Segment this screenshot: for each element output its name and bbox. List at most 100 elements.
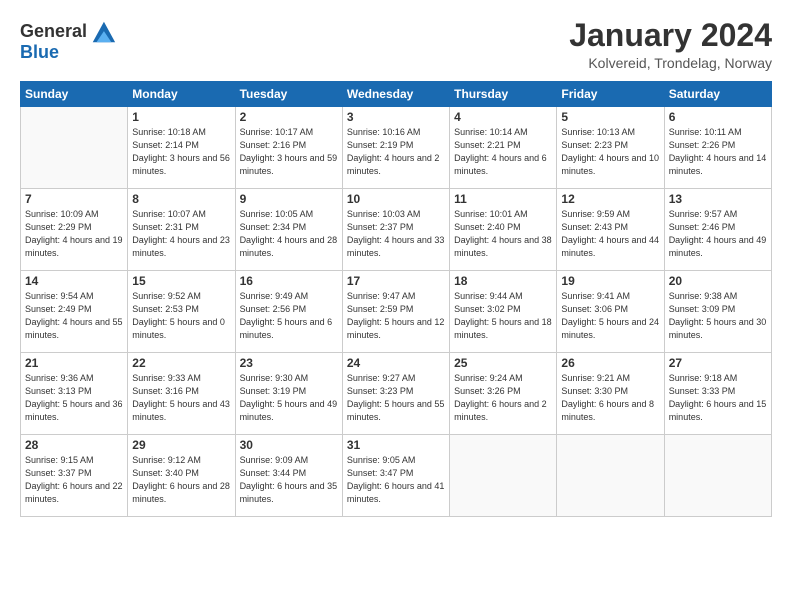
day-info: Sunrise: 9:36 AMSunset: 3:13 PMDaylight:… bbox=[25, 372, 123, 424]
calendar-cell: 4 Sunrise: 10:14 AMSunset: 2:21 PMDayligh… bbox=[450, 107, 557, 189]
calendar-cell: 1 Sunrise: 10:18 AMSunset: 2:14 PMDayligh… bbox=[128, 107, 235, 189]
day-number: 11 bbox=[454, 192, 552, 206]
day-number: 10 bbox=[347, 192, 445, 206]
day-info: Sunrise: 9:57 AMSunset: 2:46 PMDaylight:… bbox=[669, 208, 767, 260]
location-text: Kolvereid, Trondelag, Norway bbox=[569, 55, 772, 71]
calendar-cell: 23 Sunrise: 9:30 AMSunset: 3:19 PMDayligh… bbox=[235, 353, 342, 435]
calendar-cell bbox=[450, 435, 557, 517]
header: General Blue January 2024 Kolvereid, Tro… bbox=[20, 18, 772, 71]
calendar-week-row: 1 Sunrise: 10:18 AMSunset: 2:14 PMDayligh… bbox=[21, 107, 772, 189]
day-info: Sunrise: 10:09 AMSunset: 2:29 PMDaylight… bbox=[25, 208, 123, 260]
day-info: Sunrise: 9:33 AMSunset: 3:16 PMDaylight:… bbox=[132, 372, 230, 424]
day-number: 22 bbox=[132, 356, 230, 370]
day-info: Sunrise: 10:16 AMSunset: 2:19 PMDaylight… bbox=[347, 126, 445, 178]
day-number: 21 bbox=[25, 356, 123, 370]
day-number: 5 bbox=[561, 110, 659, 124]
calendar-cell: 19Sunrise: 9:41 AMSunset: 3:06 PMDayligh… bbox=[557, 271, 664, 353]
day-number: 20 bbox=[669, 274, 767, 288]
day-info: Sunrise: 9:21 AMSunset: 3:30 PMDaylight:… bbox=[561, 372, 659, 424]
day-info: Sunrise: 10:18 AMSunset: 2:14 PMDaylight… bbox=[132, 126, 230, 178]
day-info: Sunrise: 10:03 AMSunset: 2:37 PMDaylight… bbox=[347, 208, 445, 260]
day-number: 30 bbox=[240, 438, 338, 452]
calendar-cell: 7 Sunrise: 10:09 AMSunset: 2:29 PMDayligh… bbox=[21, 189, 128, 271]
calendar-week-row: 7 Sunrise: 10:09 AMSunset: 2:29 PMDayligh… bbox=[21, 189, 772, 271]
title-area: January 2024 Kolvereid, Trondelag, Norwa… bbox=[569, 18, 772, 71]
day-number: 25 bbox=[454, 356, 552, 370]
day-info: Sunrise: 10:11 AMSunset: 2:26 PMDaylight… bbox=[669, 126, 767, 178]
logo: General Blue bbox=[20, 18, 117, 63]
day-info: Sunrise: 10:01 AMSunset: 2:40 PMDaylight… bbox=[454, 208, 552, 260]
day-number: 12 bbox=[561, 192, 659, 206]
day-info: Sunrise: 9:54 AMSunset: 2:49 PMDaylight:… bbox=[25, 290, 123, 342]
calendar-cell: 9 Sunrise: 10:05 AMSunset: 2:34 PMDayligh… bbox=[235, 189, 342, 271]
day-number: 2 bbox=[240, 110, 338, 124]
day-number: 14 bbox=[25, 274, 123, 288]
day-info: Sunrise: 9:38 AMSunset: 3:09 PMDaylight:… bbox=[669, 290, 767, 342]
page: General Blue January 2024 Kolvereid, Tro… bbox=[0, 0, 792, 612]
day-info: Sunrise: 9:27 AMSunset: 3:23 PMDaylight:… bbox=[347, 372, 445, 424]
calendar-cell: 27 Sunrise: 9:18 AMSunset: 3:33 PMDayligh… bbox=[664, 353, 771, 435]
calendar-cell: 29Sunrise: 9:12 AMSunset: 3:40 PMDayligh… bbox=[128, 435, 235, 517]
day-info: Sunrise: 9:30 AMSunset: 3:19 PMDaylight:… bbox=[240, 372, 338, 424]
calendar-cell: 17Sunrise: 9:47 AMSunset: 2:59 PMDayligh… bbox=[342, 271, 449, 353]
day-info: Sunrise: 9:41 AMSunset: 3:06 PMDaylight:… bbox=[561, 290, 659, 342]
col-sunday: Sunday bbox=[21, 82, 128, 107]
calendar-cell: 28 Sunrise: 9:15 AMSunset: 3:37 PMDayligh… bbox=[21, 435, 128, 517]
col-wednesday: Wednesday bbox=[342, 82, 449, 107]
calendar-week-row: 14 Sunrise: 9:54 AMSunset: 2:49 PMDayligh… bbox=[21, 271, 772, 353]
day-number: 27 bbox=[669, 356, 767, 370]
day-info: Sunrise: 9:49 AMSunset: 2:56 PMDaylight:… bbox=[240, 290, 338, 342]
calendar-header-row: Sunday Monday Tuesday Wednesday Thursday… bbox=[21, 82, 772, 107]
day-number: 31 bbox=[347, 438, 445, 452]
day-info: Sunrise: 9:15 AMSunset: 3:37 PMDaylight:… bbox=[25, 454, 123, 506]
day-info: Sunrise: 10:14 AMSunset: 2:21 PMDaylight… bbox=[454, 126, 552, 178]
day-number: 3 bbox=[347, 110, 445, 124]
day-number: 23 bbox=[240, 356, 338, 370]
day-number: 18 bbox=[454, 274, 552, 288]
day-info: Sunrise: 9:12 AMSunset: 3:40 PMDaylight:… bbox=[132, 454, 230, 506]
calendar-week-row: 21 Sunrise: 9:36 AMSunset: 3:13 PMDayligh… bbox=[21, 353, 772, 435]
month-year-title: January 2024 bbox=[569, 18, 772, 53]
col-saturday: Saturday bbox=[664, 82, 771, 107]
calendar-cell: 15 Sunrise: 9:52 AMSunset: 2:53 PMDayligh… bbox=[128, 271, 235, 353]
day-info: Sunrise: 10:07 AMSunset: 2:31 PMDaylight… bbox=[132, 208, 230, 260]
day-number: 15 bbox=[132, 274, 230, 288]
day-number: 26 bbox=[561, 356, 659, 370]
calendar-cell: 24 Sunrise: 9:27 AMSunset: 3:23 PMDayligh… bbox=[342, 353, 449, 435]
calendar-cell: 31Sunrise: 9:05 AMSunset: 3:47 PMDayligh… bbox=[342, 435, 449, 517]
day-info: Sunrise: 9:52 AMSunset: 2:53 PMDaylight:… bbox=[132, 290, 230, 342]
col-monday: Monday bbox=[128, 82, 235, 107]
day-number: 1 bbox=[132, 110, 230, 124]
calendar-cell: 13 Sunrise: 9:57 AMSunset: 2:46 PMDayligh… bbox=[664, 189, 771, 271]
day-number: 7 bbox=[25, 192, 123, 206]
day-info: Sunrise: 10:17 AMSunset: 2:16 PMDaylight… bbox=[240, 126, 338, 178]
calendar-cell: 11 Sunrise: 10:01 AMSunset: 2:40 PMDaylig… bbox=[450, 189, 557, 271]
day-number: 13 bbox=[669, 192, 767, 206]
col-thursday: Thursday bbox=[450, 82, 557, 107]
calendar-cell: 21 Sunrise: 9:36 AMSunset: 3:13 PMDayligh… bbox=[21, 353, 128, 435]
day-number: 16 bbox=[240, 274, 338, 288]
calendar-cell: 16 Sunrise: 9:49 AMSunset: 2:56 PMDayligh… bbox=[235, 271, 342, 353]
day-number: 9 bbox=[240, 192, 338, 206]
col-tuesday: Tuesday bbox=[235, 82, 342, 107]
day-info: Sunrise: 10:05 AMSunset: 2:34 PMDaylight… bbox=[240, 208, 338, 260]
day-number: 24 bbox=[347, 356, 445, 370]
calendar-cell: 26 Sunrise: 9:21 AMSunset: 3:30 PMDayligh… bbox=[557, 353, 664, 435]
day-info: Sunrise: 9:24 AMSunset: 3:26 PMDaylight:… bbox=[454, 372, 552, 424]
day-info: Sunrise: 9:18 AMSunset: 3:33 PMDaylight:… bbox=[669, 372, 767, 424]
col-friday: Friday bbox=[557, 82, 664, 107]
day-info: Sunrise: 9:44 AMSunset: 3:02 PMDaylight:… bbox=[454, 290, 552, 342]
calendar-cell: 2 Sunrise: 10:17 AMSunset: 2:16 PMDayligh… bbox=[235, 107, 342, 189]
day-number: 17 bbox=[347, 274, 445, 288]
logo-general-text: General bbox=[20, 21, 87, 43]
calendar-cell: 6Sunrise: 10:11 AMSunset: 2:26 PMDayligh… bbox=[664, 107, 771, 189]
calendar-cell: 12Sunrise: 9:59 AMSunset: 2:43 PMDayligh… bbox=[557, 189, 664, 271]
day-number: 28 bbox=[25, 438, 123, 452]
calendar-cell bbox=[557, 435, 664, 517]
day-info: Sunrise: 10:13 AMSunset: 2:23 PMDaylight… bbox=[561, 126, 659, 178]
calendar-cell bbox=[21, 107, 128, 189]
day-number: 8 bbox=[132, 192, 230, 206]
calendar-cell: 30Sunrise: 9:09 AMSunset: 3:44 PMDayligh… bbox=[235, 435, 342, 517]
day-number: 4 bbox=[454, 110, 552, 124]
calendar-cell: 5 Sunrise: 10:13 AMSunset: 2:23 PMDayligh… bbox=[557, 107, 664, 189]
